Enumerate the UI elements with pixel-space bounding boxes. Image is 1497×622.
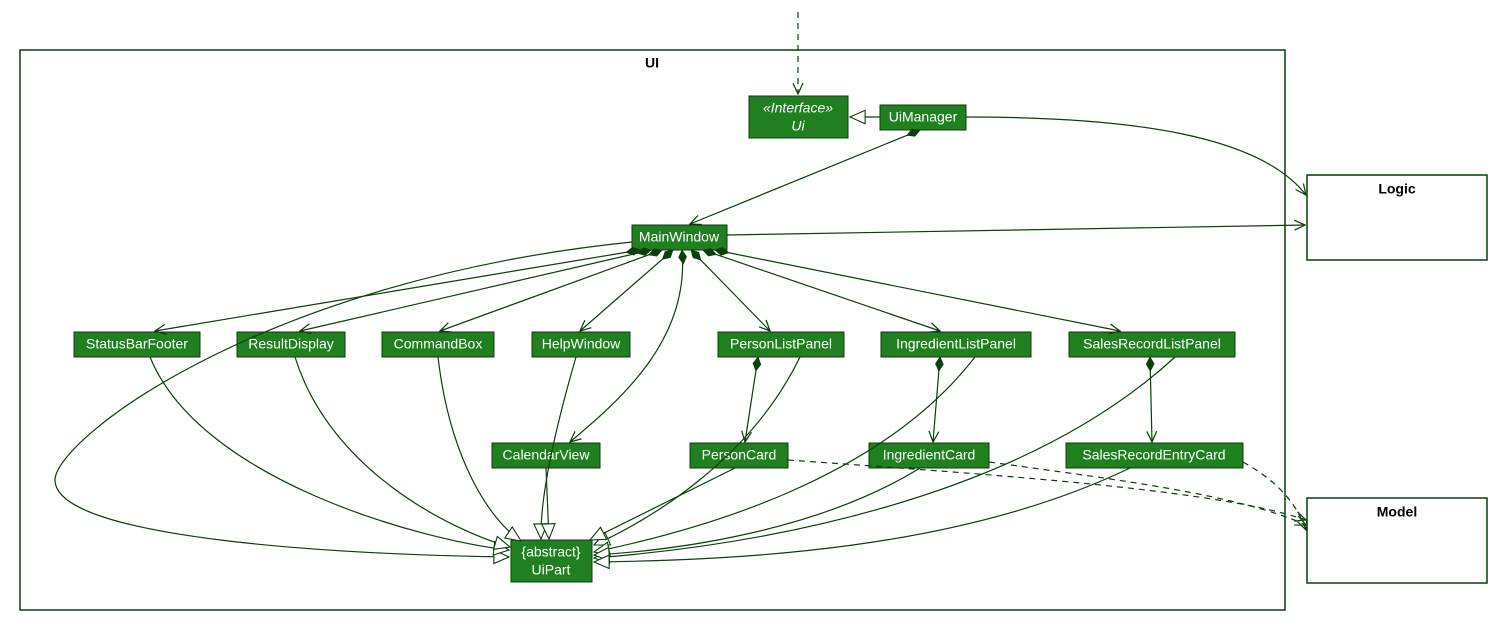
svg-text:«Interface»: «Interface» xyxy=(763,100,833,116)
gen-calendar-uipart xyxy=(546,468,549,539)
svg-text:SalesRecordEntryCard: SalesRecordEntryCard xyxy=(1082,447,1225,463)
class-person-card: PersonCard xyxy=(690,443,788,468)
svg-text:SalesRecordListPanel: SalesRecordListPanel xyxy=(1083,336,1221,352)
svg-text:CalendarView: CalendarView xyxy=(503,447,591,463)
class-result-display: ResultDisplay xyxy=(237,332,345,357)
svg-text:{abstract}: {abstract} xyxy=(521,544,580,560)
svg-text:Ui: Ui xyxy=(791,118,805,134)
svg-text:MainWindow: MainWindow xyxy=(639,229,720,245)
gen-salescard-uipart xyxy=(594,468,1130,562)
class-ui-interface: «Interface» Ui xyxy=(749,96,848,138)
class-ui-part: {abstract} UiPart xyxy=(511,540,592,582)
dep-ingredientcard-model xyxy=(989,462,1306,525)
class-calendar-view: CalendarView xyxy=(492,443,600,468)
comp-mw-saleslist xyxy=(715,250,1120,331)
svg-text:CommandBox: CommandBox xyxy=(394,336,483,352)
comp-mw-personlist xyxy=(691,250,770,331)
package-model: Model xyxy=(1307,498,1487,583)
dep-salescard-model xyxy=(1243,462,1306,530)
svg-text:HelpWindow: HelpWindow xyxy=(542,336,621,352)
svg-text:UiPart: UiPart xyxy=(532,562,571,578)
gen-resultdisplay-uipart xyxy=(295,357,510,547)
dep-personcard-model xyxy=(788,460,1306,520)
gen-statusbar-uipart xyxy=(150,357,509,550)
gen-personcard-uipart xyxy=(590,468,735,540)
comp-mw-statusbar xyxy=(155,250,640,331)
comp-mw-helpwindow xyxy=(580,250,673,331)
class-status-bar-footer: StatusBarFooter xyxy=(74,332,200,357)
comp-saleslist-card xyxy=(1150,357,1152,442)
package-ui-label: UI xyxy=(645,55,659,71)
svg-text:PersonCard: PersonCard xyxy=(702,447,777,463)
assoc-mainwindow-logic xyxy=(727,225,1305,235)
svg-text:IngredientListPanel: IngredientListPanel xyxy=(896,336,1016,352)
svg-text:StatusBarFooter: StatusBarFooter xyxy=(86,336,188,352)
class-ingredient-card: IngredientCard xyxy=(869,443,989,468)
uml-class-diagram: UI Logic Model «Interface» Ui UiManager … xyxy=(0,0,1497,622)
class-sales-record-entry-card: SalesRecordEntryCard xyxy=(1066,443,1243,468)
assoc-uimanager-logic xyxy=(966,117,1306,195)
svg-text:PersonListPanel: PersonListPanel xyxy=(730,336,832,352)
class-main-window: MainWindow xyxy=(632,225,727,250)
comp-mw-resultdisplay xyxy=(300,250,651,331)
svg-text:IngredientCard: IngredientCard xyxy=(883,447,976,463)
gen-mainwindow-uipart xyxy=(55,242,632,557)
package-logic: Logic xyxy=(1307,175,1487,260)
class-ingredient-list-panel: IngredientListPanel xyxy=(881,332,1031,357)
svg-text:UiManager: UiManager xyxy=(889,109,958,125)
package-ui: UI xyxy=(20,50,1285,610)
comp-uimanager-mainwindow xyxy=(690,130,920,224)
package-model-label: Model xyxy=(1377,504,1417,520)
class-sales-record-list-panel: SalesRecordListPanel xyxy=(1069,332,1235,357)
comp-mw-ingredientlist xyxy=(703,250,940,331)
class-person-list-panel: PersonListPanel xyxy=(718,332,844,357)
svg-text:ResultDisplay: ResultDisplay xyxy=(248,336,334,352)
class-ui-manager: UiManager xyxy=(880,105,966,130)
class-help-window: HelpWindow xyxy=(532,332,630,357)
package-logic-label: Logic xyxy=(1378,181,1416,197)
class-command-box: CommandBox xyxy=(382,332,494,357)
